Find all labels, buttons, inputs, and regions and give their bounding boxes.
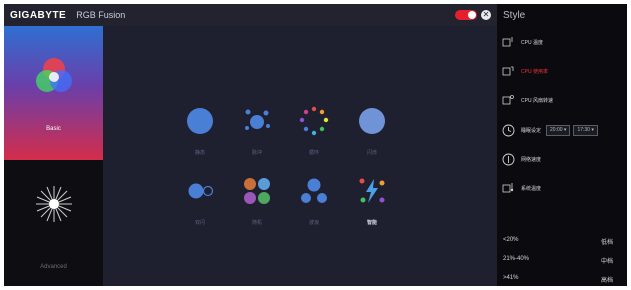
cpu-fan-label: CPU 风扇转速 bbox=[521, 97, 553, 104]
color-wheel-icon bbox=[36, 58, 72, 92]
chevron-down-icon: ▾ bbox=[563, 126, 567, 133]
mode-advanced-label: Advanced bbox=[40, 264, 67, 270]
cpu-temp-label: CPU 温度 bbox=[521, 39, 543, 46]
style-item-cpu-usage[interactable]: CPU 使用率 bbox=[501, 63, 548, 79]
rgb-fusion-window: GIGABYTE RGB Fusion ✕ Basic Advanced 静态 … bbox=[4, 4, 627, 286]
effect-cycle[interactable]: 循环 bbox=[286, 106, 342, 164]
effect-intelligent[interactable]: 智能 bbox=[344, 176, 400, 234]
effect-intelligent-label: 智能 bbox=[366, 220, 377, 226]
network-icon bbox=[501, 152, 515, 166]
effect-pulse-label: 脉冲 bbox=[251, 150, 262, 156]
effect-random-label: 随机 bbox=[251, 220, 262, 226]
effect-static[interactable]: 静态 bbox=[172, 106, 228, 164]
chevron-down-icon: ▾ bbox=[591, 126, 594, 133]
app-title: RGB Fusion bbox=[76, 10, 126, 20]
cpu-fan-icon bbox=[501, 93, 515, 107]
power-toggle[interactable] bbox=[455, 10, 477, 20]
threshold-level: 中档 bbox=[600, 259, 613, 265]
style-item-sleep-schedule[interactable]: 睡眠设定 20:00 ▾ 17:30 ▾ bbox=[501, 122, 598, 138]
mode-advanced[interactable]: Advanced bbox=[4, 160, 103, 286]
mode-basic[interactable]: Basic bbox=[4, 26, 103, 160]
threshold-level: 高档 bbox=[600, 278, 613, 284]
cpu-usage-icon bbox=[501, 64, 515, 78]
threshold-level: 低档 bbox=[600, 240, 613, 246]
sparkle-icon bbox=[36, 186, 72, 222]
mode-sidebar: Basic Advanced bbox=[4, 26, 103, 286]
sleep-schedule-label: 睡眠设定 bbox=[521, 127, 542, 134]
effect-random[interactable]: 随机 bbox=[229, 176, 285, 234]
effect-double-flash[interactable]: 双闪 bbox=[172, 176, 228, 234]
effect-double-flash-label: 双闪 bbox=[194, 220, 205, 226]
brand-logo: GIGABYTE bbox=[10, 9, 67, 21]
clock-icon bbox=[501, 123, 515, 137]
threshold-range: >41% bbox=[503, 275, 519, 281]
random-icon bbox=[244, 178, 270, 204]
effect-cycle-label: 循环 bbox=[308, 150, 319, 156]
sleep-start-value: 20:00 bbox=[550, 126, 563, 133]
pulse-icon bbox=[245, 109, 270, 130]
effect-wave[interactable]: 波浪 bbox=[286, 176, 342, 234]
static-icon bbox=[187, 108, 213, 134]
cycle-icon bbox=[299, 106, 329, 136]
system-temp-icon bbox=[501, 181, 515, 195]
style-item-cpu-temp[interactable]: CPU 温度 bbox=[501, 34, 543, 50]
flash-icon bbox=[359, 108, 385, 134]
effect-wave-label: 波浪 bbox=[308, 220, 319, 226]
system-temp-label: 系统温度 bbox=[521, 185, 542, 192]
sleep-end-select[interactable]: 17:30 ▾ bbox=[573, 124, 598, 136]
title-bar: GIGABYTE RGB Fusion ✕ bbox=[4, 4, 497, 26]
effect-static-label: 静态 bbox=[194, 150, 205, 156]
style-item-system-temp[interactable]: 系统温度 bbox=[501, 180, 541, 196]
close-icon: ✕ bbox=[482, 10, 490, 19]
effect-pulse[interactable]: 脉冲 bbox=[229, 106, 285, 164]
threshold-row[interactable]: 21%-40% 中档 bbox=[503, 256, 621, 265]
style-panel: Style CPU 温度 CPU 使用率 CPU 风扇转速 睡眠设定 20:00… bbox=[497, 4, 627, 286]
effect-flash[interactable]: 闪烁 bbox=[344, 106, 400, 164]
intelligent-icon bbox=[359, 178, 385, 203]
toggle-knob bbox=[468, 11, 476, 19]
threshold-row[interactable]: <20% 低档 bbox=[503, 237, 621, 246]
sleep-start-select[interactable]: 20:00 ▾ bbox=[546, 124, 571, 136]
panel-title: Style bbox=[503, 10, 526, 21]
mode-basic-label: Basic bbox=[46, 126, 61, 132]
threshold-range: 21%-40% bbox=[503, 256, 530, 262]
threshold-range: <20% bbox=[503, 237, 519, 243]
double-flash-icon bbox=[188, 183, 214, 199]
wave-icon bbox=[301, 178, 327, 203]
cpu-temp-icon bbox=[501, 35, 515, 49]
style-item-cpu-fan[interactable]: CPU 风扇转速 bbox=[501, 92, 553, 108]
sleep-end-value: 17:30 bbox=[577, 126, 590, 133]
style-item-network-speed[interactable]: 网络速度 bbox=[501, 151, 541, 167]
network-speed-label: 网络速度 bbox=[521, 156, 542, 163]
close-button[interactable]: ✕ bbox=[481, 10, 491, 20]
cpu-usage-label: CPU 使用率 bbox=[521, 68, 548, 75]
effect-grid: 静态 脉冲 循环 闪烁 双闪 随机 波浪 智能 bbox=[103, 26, 497, 286]
effect-flash-label: 闪烁 bbox=[366, 150, 377, 156]
threshold-row[interactable]: >41% 高档 bbox=[503, 275, 621, 284]
